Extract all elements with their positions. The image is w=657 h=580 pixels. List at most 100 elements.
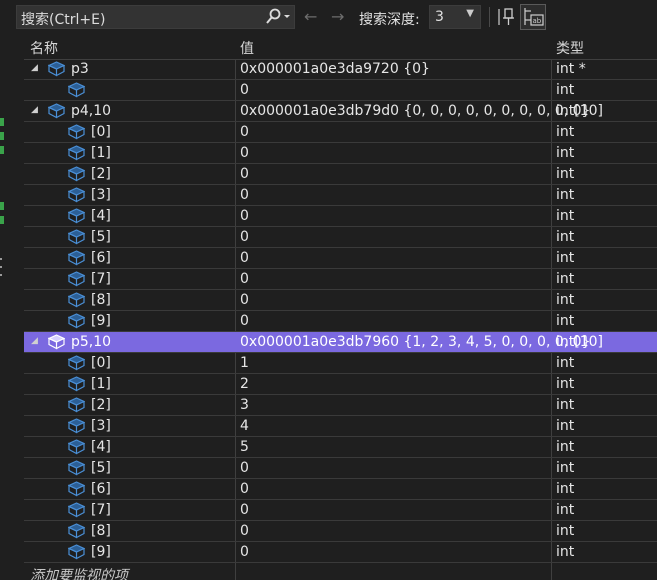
watch-child-row[interactable]: [8] 0 int <box>24 521 657 542</box>
collapse-arrow-icon[interactable]: ◢ <box>31 63 38 73</box>
watch-child-row[interactable]: [4] 0 int <box>24 206 657 227</box>
search-back-arrow-icon[interactable]: ← <box>304 7 317 26</box>
watch-value[interactable]: 4 <box>240 418 249 434</box>
watch-type: int <box>556 376 575 392</box>
watch-type: int <box>556 439 575 455</box>
collapse-arrow-icon[interactable]: ◢ <box>31 105 38 115</box>
watch-value[interactable]: 0 <box>240 145 249 161</box>
watch-child-row[interactable]: [5] 0 int <box>24 227 657 248</box>
watch-name[interactable]: [8] <box>91 292 111 308</box>
watch-value[interactable]: 0 <box>240 313 249 329</box>
watch-child-row[interactable]: [8] 0 int <box>24 290 657 311</box>
watch-name[interactable]: [4] <box>91 208 111 224</box>
watch-value[interactable]: 0 <box>240 166 249 182</box>
watch-child-row[interactable]: [2] 0 int <box>24 164 657 185</box>
watch-name[interactable]: [0] <box>91 355 111 371</box>
watch-child-row[interactable]: [3] 4 int <box>24 416 657 437</box>
hex-display-toggle[interactable]: ab <box>520 4 546 30</box>
variable-icon <box>67 418 86 434</box>
watch-name[interactable]: [9] <box>91 313 111 329</box>
change-marker <box>0 202 4 210</box>
column-header-value[interactable]: 值 <box>240 38 254 58</box>
watch-grid: 名称 值 类型 ◢ p3 0x000001a0e3da9720 {0} int * 0 i… <box>24 34 657 580</box>
watch-name[interactable]: [6] <box>91 250 111 266</box>
watch-value[interactable]: 0x000001a0e3db79d0 {0, 0, 0, 0, 0, 0, 0,… <box>240 103 590 119</box>
watch-child-row[interactable]: [7] 0 int <box>24 500 657 521</box>
watch-child-row[interactable]: 0 int <box>24 80 657 101</box>
watch-child-row[interactable]: [0] 1 int <box>24 353 657 374</box>
variable-icon <box>67 355 86 371</box>
watch-child-row[interactable]: [6] 0 int <box>24 479 657 500</box>
watch-value[interactable]: 2 <box>240 376 249 392</box>
watch-name[interactable]: [1] <box>91 145 111 161</box>
watch-child-row[interactable]: [4] 5 int <box>24 437 657 458</box>
watch-child-row[interactable]: [1] 0 int <box>24 143 657 164</box>
watch-child-row[interactable]: [5] 0 int <box>24 458 657 479</box>
variable-icon <box>47 334 66 350</box>
change-marker <box>0 146 4 154</box>
watch-name[interactable]: [8] <box>91 523 111 539</box>
watch-name[interactable]: [2] <box>91 397 111 413</box>
watch-child-row[interactable]: [1] 2 int <box>24 374 657 395</box>
watch-child-row[interactable]: [7] 0 int <box>24 269 657 290</box>
watch-name[interactable]: p4,10 <box>71 103 111 119</box>
search-input[interactable]: 搜索(Ctrl+E) <box>16 5 295 29</box>
watch-value[interactable]: 0 <box>240 544 249 560</box>
search-forward-arrow-icon[interactable]: → <box>331 7 344 26</box>
change-marker <box>0 216 4 224</box>
watch-name[interactable]: [9] <box>91 544 111 560</box>
watch-row[interactable]: ◢ p5,10 0x000001a0e3db7960 {1, 2, 3, 4, 5,… <box>24 332 657 353</box>
watch-name[interactable]: [6] <box>91 481 111 497</box>
watch-value[interactable]: 0 <box>240 250 249 266</box>
watch-value[interactable]: 0 <box>240 271 249 287</box>
watch-name[interactable]: [0] <box>91 124 111 140</box>
column-header-type[interactable]: 类型 <box>556 38 584 58</box>
watch-value[interactable]: 3 <box>240 397 249 413</box>
watch-row[interactable]: ◢ p3 0x000001a0e3da9720 {0} int * <box>24 59 657 80</box>
watch-value[interactable]: 0 <box>240 523 249 539</box>
watch-name[interactable]: p3 <box>71 61 89 77</box>
watch-name[interactable]: [7] <box>91 271 111 287</box>
watch-name[interactable]: [5] <box>91 460 111 476</box>
watch-child-row[interactable]: [2] 3 int <box>24 395 657 416</box>
variable-icon <box>67 250 86 266</box>
watch-child-row[interactable]: [6] 0 int <box>24 248 657 269</box>
watch-name[interactable]: [3] <box>91 418 111 434</box>
column-header-name[interactable]: 名称 <box>30 38 58 58</box>
watch-value[interactable]: 0 <box>240 187 249 203</box>
watch-name[interactable]: [7] <box>91 502 111 518</box>
grid-header: 名称 值 类型 <box>24 34 657 60</box>
variable-icon <box>67 124 86 140</box>
watch-child-row[interactable]: [0] 0 int <box>24 122 657 143</box>
watch-name[interactable]: [1] <box>91 376 111 392</box>
watch-value[interactable]: 0 <box>240 82 249 98</box>
watch-type: int <box>556 523 575 539</box>
watch-name[interactable]: [2] <box>91 166 111 182</box>
watch-row[interactable]: ◢ p4,10 0x000001a0e3db79d0 {0, 0, 0, 0, 0,… <box>24 101 657 122</box>
watch-value[interactable]: 1 <box>240 355 249 371</box>
watch-value[interactable]: 0 <box>240 481 249 497</box>
search-depth-select[interactable]: 3 ▼ <box>429 5 481 29</box>
watch-name[interactable]: [4] <box>91 439 111 455</box>
pin-button[interactable] <box>497 6 517 28</box>
watch-value[interactable]: 0 <box>240 208 249 224</box>
watch-type: int <box>556 397 575 413</box>
watch-value[interactable]: 0 <box>240 460 249 476</box>
hex-display-icon: ab <box>524 8 544 26</box>
watch-name[interactable]: p5,10 <box>71 334 111 350</box>
watch-child-row[interactable]: [9] 0 int <box>24 542 657 563</box>
watch-value[interactable]: 0 <box>240 124 249 140</box>
watch-value[interactable]: 5 <box>240 439 249 455</box>
add-watch-row[interactable]: 添加要监视的项 <box>24 565 657 580</box>
watch-value[interactable]: 0 <box>240 502 249 518</box>
watch-value[interactable]: 0x000001a0e3da9720 {0} <box>240 61 430 77</box>
watch-child-row[interactable]: [9] 0 int <box>24 311 657 332</box>
watch-value[interactable]: 0x000001a0e3db7960 {1, 2, 3, 4, 5, 0, 0,… <box>240 334 591 350</box>
search-dropdown-button[interactable] <box>260 7 294 27</box>
watch-value[interactable]: 0 <box>240 229 249 245</box>
watch-child-row[interactable]: [3] 0 int <box>24 185 657 206</box>
watch-name[interactable]: [3] <box>91 187 111 203</box>
watch-name[interactable]: [5] <box>91 229 111 245</box>
collapse-arrow-icon[interactable]: ◢ <box>31 336 38 346</box>
watch-value[interactable]: 0 <box>240 292 249 308</box>
